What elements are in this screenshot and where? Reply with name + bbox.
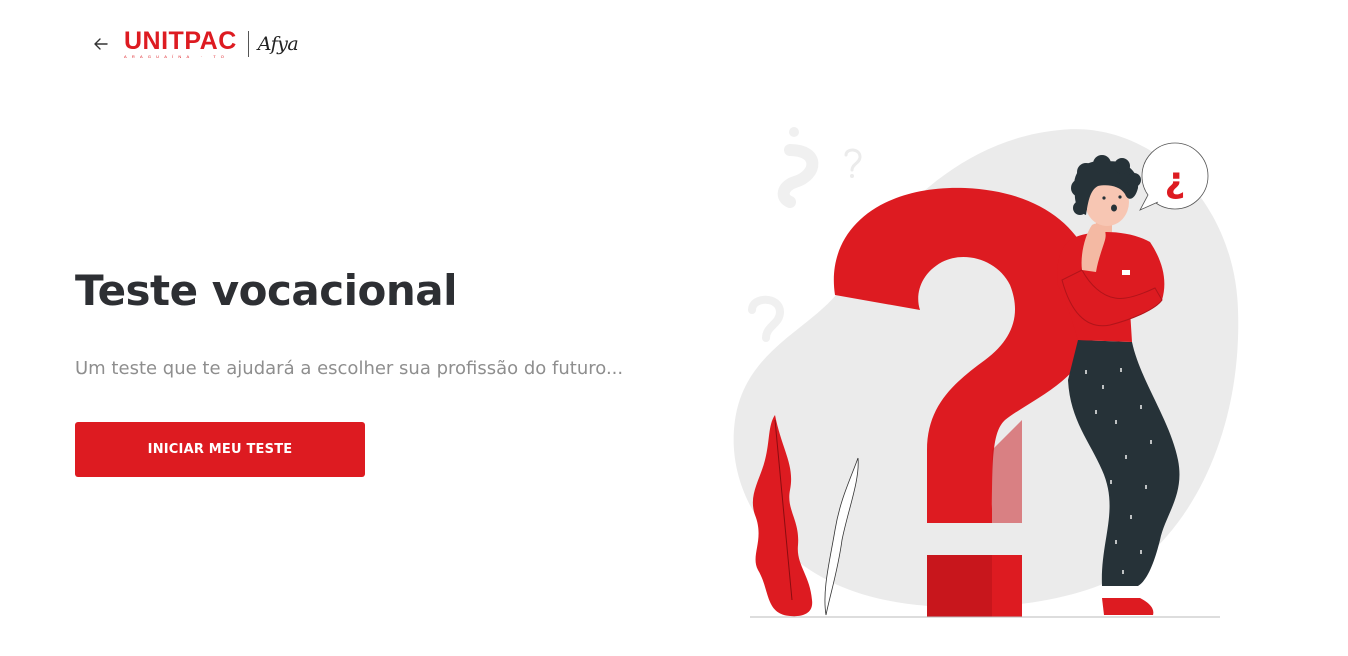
unitpac-logo-subtext: ARAGUAÍNA · TO bbox=[124, 54, 230, 59]
start-test-button[interactable]: INICIAR MEU TESTE bbox=[75, 422, 365, 477]
unitpac-logo: UNITPAC ARAGUAÍNA · TO bbox=[124, 27, 237, 60]
header: UNITPAC ARAGUAÍNA · TO Afya bbox=[92, 27, 299, 60]
brand-logo[interactable]: UNITPAC ARAGUAÍNA · TO Afya bbox=[124, 27, 299, 60]
logo-divider bbox=[247, 31, 249, 57]
thinking-person-illustration: ¿ bbox=[733, 127, 1239, 618]
page-title: Teste vocacional bbox=[75, 266, 458, 315]
unitpac-logo-text: UNITPAC bbox=[124, 27, 237, 55]
page-subtitle: Um teste que te ajudará a escolher sua p… bbox=[75, 358, 624, 379]
arrow-left-icon bbox=[94, 38, 108, 50]
shirt-logo bbox=[1122, 270, 1130, 275]
person-shoe bbox=[1102, 598, 1154, 615]
faint-question-mark-left bbox=[748, 295, 785, 342]
back-button[interactable] bbox=[92, 35, 110, 53]
faint-question-mark-large bbox=[777, 144, 819, 208]
speech-bubble-question-mark: ¿ bbox=[1165, 160, 1186, 201]
faint-question-mark-dot bbox=[789, 127, 799, 137]
faint-question-mark-small bbox=[844, 148, 862, 172]
afya-logo: Afya bbox=[257, 33, 299, 55]
